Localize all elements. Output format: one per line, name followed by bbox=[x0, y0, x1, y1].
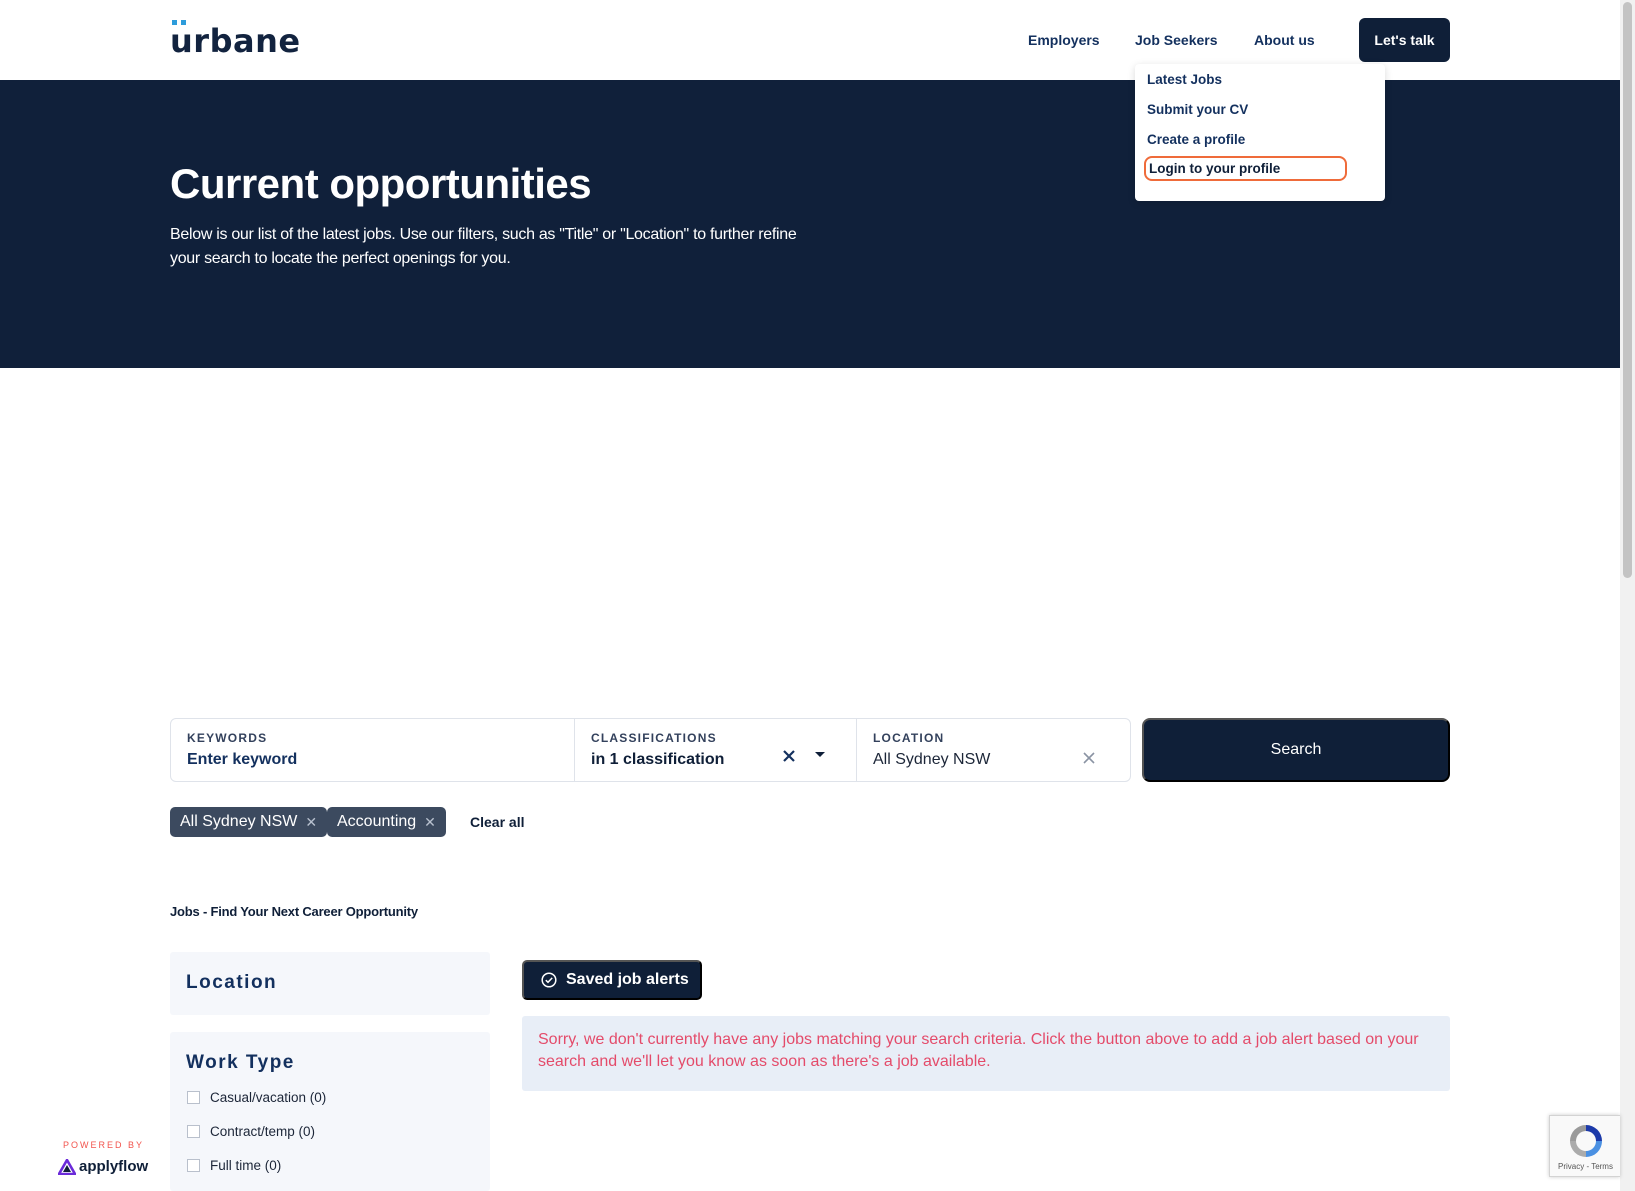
page-scrollbar[interactable] bbox=[1620, 0, 1635, 1191]
recaptcha-badge[interactable]: Privacy - Terms bbox=[1549, 1115, 1620, 1177]
check-circle-icon bbox=[541, 972, 557, 988]
location-field[interactable]: LOCATION All Sydney NSW bbox=[857, 719, 1130, 781]
clear-location-icon[interactable] bbox=[1082, 751, 1096, 765]
option-label: Full time (0) bbox=[210, 1158, 282, 1173]
location-filter-title[interactable]: Location bbox=[186, 972, 277, 994]
checkbox[interactable] bbox=[187, 1125, 200, 1138]
scrollbar-thumb[interactable] bbox=[1623, 2, 1632, 578]
powered-by-label: POWERED BY bbox=[63, 1140, 145, 1150]
close-icon[interactable]: ✕ bbox=[305, 814, 317, 831]
chip-label: Accounting bbox=[337, 813, 417, 830]
recaptcha-links[interactable]: Privacy - Terms bbox=[1558, 1162, 1613, 1171]
work-type-option[interactable]: Casual/vacation (0) bbox=[187, 1090, 326, 1105]
location-filter-panel[interactable]: Location bbox=[170, 952, 490, 1015]
clear-classification-icon[interactable] bbox=[782, 749, 796, 763]
applyflow-logo[interactable]: applyflow bbox=[58, 1158, 148, 1175]
nav-about-us[interactable]: About us bbox=[1254, 32, 1315, 48]
applyflow-text: applyflow bbox=[79, 1158, 149, 1175]
saved-job-alerts-label: Saved job alerts bbox=[566, 971, 689, 988]
job-seekers-dropdown: Latest Jobs Submit your CV Create a prof… bbox=[1135, 64, 1385, 201]
dropdown-item-latest-jobs[interactable]: Latest Jobs bbox=[1147, 72, 1222, 87]
work-type-option[interactable]: Full time (0) bbox=[187, 1158, 281, 1173]
keywords-input[interactable]: Enter keyword bbox=[187, 751, 297, 769]
dropdown-item-login-profile[interactable]: Login to your profile bbox=[1144, 156, 1347, 181]
option-label: Casual/vacation (0) bbox=[210, 1090, 327, 1105]
search-button[interactable]: Search bbox=[1142, 718, 1450, 782]
logo-dots-icon bbox=[172, 20, 188, 25]
job-search-bar: KEYWORDS Enter keyword CLASSIFICATIONS i… bbox=[170, 718, 1131, 782]
recaptcha-icon bbox=[1570, 1125, 1602, 1157]
clear-all-link[interactable]: Clear all bbox=[470, 814, 524, 830]
applyflow-logo-icon bbox=[58, 1158, 76, 1175]
classifications-field[interactable]: CLASSIFICATIONS in 1 classification bbox=[575, 719, 856, 781]
dropdown-item-create-profile[interactable]: Create a profile bbox=[1147, 132, 1245, 147]
filter-chip-classification[interactable]: Accounting ✕ bbox=[327, 807, 446, 837]
keywords-label: KEYWORDS bbox=[187, 731, 268, 745]
no-results-notice: Sorry, we don't currently have any jobs … bbox=[522, 1016, 1450, 1091]
work-type-filter-panel: Work Type Casual/vacation (0) Contract/t… bbox=[170, 1032, 490, 1191]
lets-talk-button[interactable]: Let's talk bbox=[1359, 18, 1450, 62]
checkbox[interactable] bbox=[187, 1159, 200, 1172]
chip-label: All Sydney NSW bbox=[180, 813, 298, 830]
nav-job-seekers[interactable]: Job Seekers bbox=[1135, 32, 1218, 48]
hero-description: Below is our list of the latest jobs. Us… bbox=[170, 226, 797, 267]
urbane-logo[interactable]: urbane bbox=[170, 20, 301, 60]
classifications-value: in 1 classification bbox=[591, 751, 725, 768]
section-title: Jobs - Find Your Next Career Opportunity bbox=[170, 904, 418, 919]
location-label: LOCATION bbox=[873, 731, 945, 745]
page-title: Current opportunities bbox=[170, 160, 592, 207]
logo-text: urbane bbox=[170, 22, 301, 60]
close-icon[interactable]: ✕ bbox=[424, 814, 436, 831]
work-type-filter-title[interactable]: Work Type bbox=[186, 1052, 295, 1074]
nav-employers[interactable]: Employers bbox=[1028, 32, 1100, 48]
checkbox[interactable] bbox=[187, 1091, 200, 1104]
location-value: All Sydney NSW bbox=[873, 751, 991, 768]
filter-chip-location[interactable]: All Sydney NSW ✕ bbox=[170, 807, 328, 837]
option-label: Contract/temp (0) bbox=[210, 1124, 316, 1139]
keywords-field[interactable]: KEYWORDS Enter keyword bbox=[171, 719, 574, 781]
classifications-label: CLASSIFICATIONS bbox=[591, 731, 717, 745]
saved-job-alerts-button[interactable]: Saved job alerts bbox=[522, 960, 702, 1000]
dropdown-item-submit-cv[interactable]: Submit your CV bbox=[1147, 102, 1248, 117]
chevron-down-icon[interactable] bbox=[815, 752, 825, 757]
work-type-option[interactable]: Contract/temp (0) bbox=[187, 1124, 315, 1139]
